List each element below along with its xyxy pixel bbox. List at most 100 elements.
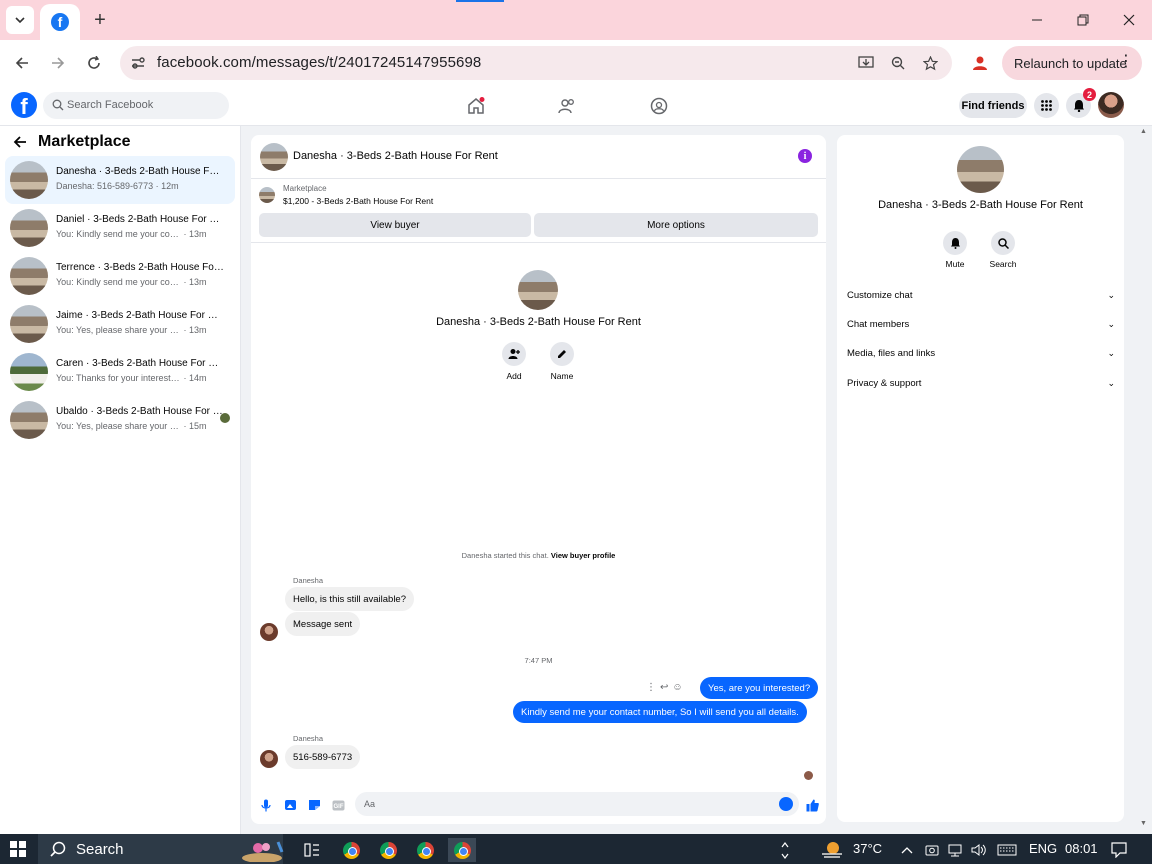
- chat-thumbnail[interactable]: [260, 143, 288, 171]
- browser-tab-facebook[interactable]: f: [40, 4, 80, 40]
- info-icon[interactable]: i: [798, 149, 812, 163]
- outgoing-message[interactable]: Yes, are you interested?: [700, 677, 819, 699]
- conversation-item[interactable]: Ubaldo · 3-Beds 2-Bath House For Rent Yo…: [5, 396, 235, 444]
- message-input[interactable]: Aa: [355, 792, 799, 816]
- react-emoji-icon[interactable]: ☺: [672, 682, 682, 693]
- network-icon[interactable]: [944, 838, 966, 862]
- info-thumbnail: [957, 146, 1004, 193]
- back-button[interactable]: [9, 50, 35, 76]
- groups-nav-icon[interactable]: [648, 95, 670, 117]
- listing-price-title[interactable]: $1,200 - 3-Beds 2-Bath House For Rent: [283, 196, 433, 206]
- info-title: Danesha · 3-Beds 2-Bath House For Rent: [878, 199, 1083, 211]
- sender-avatar[interactable]: [260, 623, 278, 641]
- sender-avatar[interactable]: [260, 750, 278, 768]
- install-app-icon[interactable]: [855, 53, 877, 73]
- scroll-up-icon[interactable]: ▲: [1139, 128, 1148, 137]
- media-files-links-row[interactable]: Media, files and links ⌄: [847, 343, 1115, 363]
- friends-nav-icon[interactable]: [556, 95, 578, 117]
- search-action[interactable]: Search: [983, 231, 1023, 269]
- search-label: Search: [989, 259, 1017, 269]
- chevron-up-icon[interactable]: [897, 838, 917, 862]
- view-buyer-profile-link[interactable]: View buyer profile: [551, 551, 615, 560]
- incoming-message[interactable]: Message sent: [285, 612, 361, 636]
- relaunch-to-update-button[interactable]: Relaunch to update ⋮: [1002, 46, 1142, 80]
- outgoing-message[interactable]: Kindly send me your contact number, So I…: [513, 701, 807, 723]
- address-bar[interactable]: facebook.com/messages/t/2401724514795569…: [120, 46, 952, 80]
- bookmark-star-icon[interactable]: [919, 53, 941, 73]
- conversation-item[interactable]: Jaime · 3-Beds 2-Bath House For Rent You…: [5, 300, 235, 348]
- site-settings-icon[interactable]: [130, 55, 146, 71]
- clock-label[interactable]: 08:01: [1065, 841, 1098, 856]
- conversation-name: Daniel · 3-Beds 2-Bath House For Rent: [56, 214, 224, 225]
- conversation-name: Jaime · 3-Beds 2-Bath House For Rent: [56, 310, 224, 321]
- name-label: Name: [550, 371, 574, 381]
- thumbs-up-icon[interactable]: [805, 798, 819, 812]
- reload-button[interactable]: [81, 50, 107, 76]
- temperature-label[interactable]: 37°C: [853, 841, 882, 856]
- windows-start-icon[interactable]: [10, 841, 26, 857]
- chevron-down-icon: ⌄: [1107, 347, 1115, 358]
- microphone-icon[interactable]: [259, 798, 273, 812]
- sticker-icon[interactable]: [307, 798, 321, 812]
- photo-icon[interactable]: [283, 798, 297, 812]
- conversation-item[interactable]: Daniel · 3-Beds 2-Bath House For Rent Yo…: [5, 204, 235, 252]
- gif-icon[interactable]: GIF: [331, 798, 345, 812]
- conversation-preview: You: Kindly send me your contact number …: [56, 277, 207, 287]
- camera-icon[interactable]: [922, 838, 942, 862]
- conversation-item[interactable]: Caren · 3-Beds 2-Bath House For Rent You…: [5, 348, 235, 396]
- chevron-down-icon: [15, 17, 25, 24]
- incoming-message[interactable]: 516-589-6773: [285, 745, 361, 769]
- close-window-button[interactable]: [1117, 8, 1141, 32]
- time-separator: 7:47 PM: [524, 656, 553, 665]
- task-view-icon[interactable]: [298, 838, 326, 862]
- chat-title[interactable]: Danesha · 3-Beds 2-Bath House For Rent: [293, 150, 498, 162]
- privacy-support-row[interactable]: Privacy & support ⌄: [847, 373, 1115, 393]
- arrow-left-icon: [15, 57, 28, 69]
- facebook-logo-icon[interactable]: f: [11, 92, 37, 119]
- forward-button[interactable]: [45, 50, 71, 76]
- conversation-item[interactable]: Terrence · 3-Beds 2-Bath House For Rent …: [5, 252, 235, 300]
- keyboard-icon[interactable]: [994, 838, 1020, 862]
- find-friends-button[interactable]: Find friends: [959, 93, 1027, 118]
- minimize-button[interactable]: [1025, 8, 1049, 32]
- read-receipt-avatar: [804, 771, 813, 780]
- browser-profile-icon[interactable]: [966, 50, 994, 76]
- name-action[interactable]: Name: [537, 342, 587, 381]
- weather-icon[interactable]: [818, 838, 846, 862]
- scroll-down-icon[interactable]: ▼: [1139, 820, 1148, 829]
- more-actions-icon[interactable]: ⋮: [646, 682, 656, 693]
- customize-chat-row[interactable]: Customize chat ⌄: [847, 285, 1115, 305]
- emoji-icon[interactable]: [779, 797, 793, 811]
- chrome-taskbar-app[interactable]: [337, 838, 365, 862]
- language-label[interactable]: ENG: [1029, 841, 1057, 856]
- back-arrow-icon[interactable]: [13, 135, 27, 154]
- add-action[interactable]: Add: [489, 342, 539, 381]
- search-icon: [50, 841, 66, 857]
- add-label: Add: [506, 371, 522, 381]
- menu-grid-button[interactable]: [1034, 93, 1059, 118]
- tab-search-dropdown[interactable]: [6, 6, 34, 34]
- chevron-down-icon: ⌄: [1107, 377, 1115, 388]
- zoom-icon[interactable]: [887, 53, 909, 73]
- chrome-taskbar-app-active[interactable]: [448, 838, 476, 862]
- page-scrollbar[interactable]: ▲ ▼: [1135, 126, 1152, 834]
- restore-icon: [1077, 14, 1089, 26]
- mute-action[interactable]: Mute: [935, 231, 975, 269]
- search-input[interactable]: Search Facebook: [43, 92, 229, 119]
- chrome-taskbar-app[interactable]: [411, 838, 439, 862]
- notification-center-icon[interactable]: [1107, 838, 1131, 862]
- more-options-button[interactable]: More options: [534, 213, 818, 237]
- incoming-message[interactable]: Hello, is this still available?: [285, 587, 414, 611]
- home-nav-icon[interactable]: [465, 95, 487, 117]
- reply-icon[interactable]: ↩: [660, 682, 668, 693]
- chrome-taskbar-app[interactable]: [374, 838, 402, 862]
- account-avatar[interactable]: [1098, 92, 1124, 118]
- volume-icon[interactable]: [968, 838, 990, 862]
- conversation-item[interactable]: Danesha · 3-Beds 2-Bath House For Rent D…: [5, 156, 235, 204]
- new-tab-button[interactable]: +: [88, 8, 112, 32]
- scroll-arrows-icon[interactable]: [779, 838, 791, 862]
- menu-kebab-icon[interactable]: ⋮: [1118, 54, 1134, 70]
- view-buyer-button[interactable]: View buyer: [259, 213, 531, 237]
- restore-button[interactable]: [1071, 8, 1095, 32]
- chat-members-row[interactable]: Chat members ⌄: [847, 314, 1115, 334]
